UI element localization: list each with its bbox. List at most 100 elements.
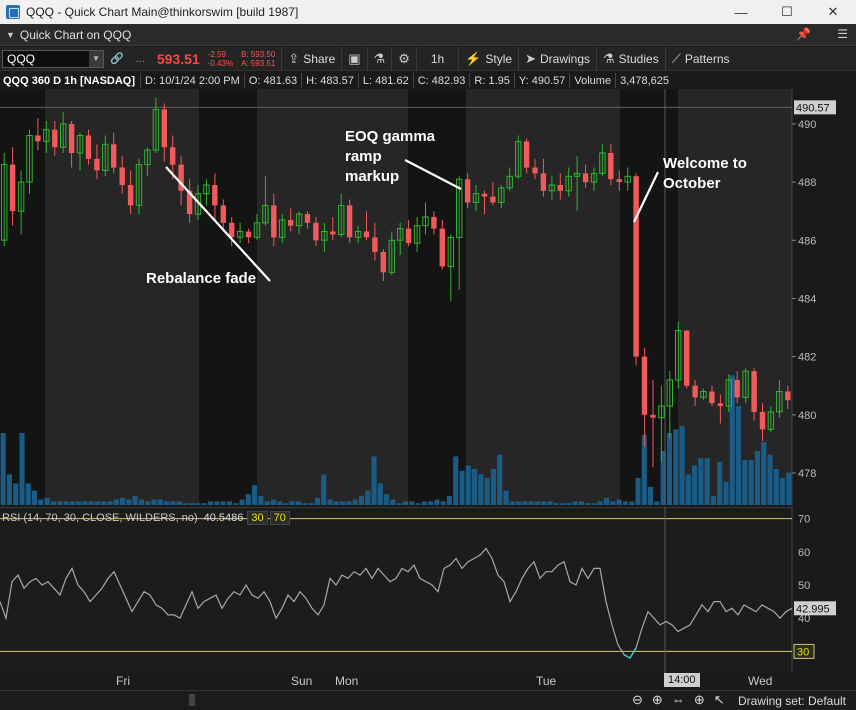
candle-body: [464, 179, 471, 203]
volume-bar: [19, 433, 25, 505]
maximize-button[interactable]: ☐: [764, 0, 810, 24]
panel-menu-icon[interactable]: ☰: [837, 27, 848, 41]
volume-bar: [742, 460, 748, 505]
chevron-down-icon[interactable]: ▼: [89, 50, 103, 67]
candle-body: [650, 414, 656, 418]
candle-body: [785, 391, 791, 401]
flask-icon: ⚗: [603, 50, 615, 66]
more-icon[interactable]: ...: [136, 53, 145, 65]
gear-button[interactable]: ⚙: [391, 46, 416, 71]
volume-bar: [346, 501, 352, 505]
bar-date: D: 10/1/24 2:00 PM: [140, 73, 244, 88]
price-tick-label: 486: [798, 235, 816, 247]
studies-button[interactable]: ⚗ Studies: [596, 46, 665, 71]
candle-body: [304, 214, 311, 223]
patterns-button[interactable]: ⟋ Patterns: [664, 46, 736, 71]
style-button[interactable]: ⚡ Style: [458, 46, 518, 71]
price-tick-label: 482: [798, 352, 816, 364]
link-icon[interactable]: 🔗: [110, 52, 124, 65]
candle-body: [9, 164, 16, 212]
share-button[interactable]: ⇪ Share: [281, 46, 341, 71]
cursor-icon[interactable]: ↖: [714, 692, 725, 708]
volume-bar: [723, 481, 729, 505]
style-icon: ⚡: [465, 50, 482, 66]
volume-bar: [522, 501, 528, 505]
chart-toolbar: QQQ ▼ 🔗 ... 593.51 -2.59 -0.43% B: 593.5…: [0, 46, 856, 71]
timeframe-button[interactable]: 1h: [415, 46, 458, 71]
volume-bar: [365, 490, 371, 505]
zoom-in-icon[interactable]: ⊕: [652, 692, 663, 708]
zoom-out-icon[interactable]: ⊖: [632, 692, 643, 708]
symbol-description: QQQ 360 D 1h [NASDAQ]: [3, 74, 136, 87]
volume-bar: [597, 501, 603, 505]
volume-value: 3,478,625: [615, 73, 673, 88]
candle-body: [245, 231, 252, 238]
rsi-study-label: RSI (14, 70, 30, CLOSE, WILDERS, no): [2, 512, 198, 524]
rsi-chart[interactable]: 706050403042.995: [0, 507, 856, 673]
zoom-fit-icon[interactable]: ⇔: [672, 692, 685, 708]
volume-bar: [585, 503, 591, 505]
candle-body: [119, 167, 125, 185]
minimize-button[interactable]: —: [718, 0, 764, 24]
volume-bar: [176, 501, 182, 505]
volume-bar: [434, 499, 440, 505]
volume-bar: [13, 483, 19, 505]
price-change: -2.59 -0.43%: [207, 49, 234, 68]
volume-bar: [710, 496, 716, 505]
volume-bar: [704, 458, 710, 505]
volume-bar: [308, 503, 314, 505]
candle-body: [734, 379, 740, 398]
candle-body: [363, 231, 370, 238]
close-button[interactable]: ✕: [810, 0, 856, 24]
drawing-set-label: Drawing set: Default: [737, 694, 846, 708]
volume-bar: [226, 501, 232, 505]
bar-info-strip: QQQ 360 D 1h [NASDAQ] D: 10/1/24 2:00 PM…: [0, 72, 790, 89]
volume-bar: [101, 501, 107, 505]
volume-bar: [729, 375, 735, 505]
drawings-button[interactable]: ➤ Drawings: [518, 46, 596, 71]
cursor-y-value: Y: 490.57: [513, 73, 570, 88]
volume-bar: [82, 501, 88, 505]
candle-body: [313, 222, 319, 241]
symbol-input[interactable]: QQQ ▼: [2, 49, 104, 68]
horizontal-scroll-thumb[interactable]: [189, 694, 195, 706]
chart-settings-button[interactable]: ▣: [341, 46, 366, 71]
volume-bar: [289, 501, 295, 505]
volume-bar: [63, 501, 69, 505]
crosshair-icon[interactable]: ⊕: [694, 692, 705, 708]
chevron-down-icon[interactable]: ▼: [6, 30, 15, 40]
rsi-header: RSI (14, 70, 30, CLOSE, WILDERS, no) 40.…: [2, 511, 290, 525]
volume-bar: [402, 501, 408, 505]
volume-bar: [553, 503, 559, 505]
volume-bar: [428, 501, 434, 505]
volume-bar: [283, 503, 289, 505]
rsi-current-label: 42.995: [796, 603, 830, 615]
volume-bar: [629, 501, 635, 505]
candle-body: [540, 173, 547, 191]
bar-low: L: 481.62: [357, 73, 413, 88]
volume-bar: [214, 501, 220, 505]
volume-bar: [50, 501, 56, 505]
volume-bar: [296, 501, 302, 505]
rsi-level-badge-label: 30: [797, 646, 809, 658]
volume-bar: [679, 425, 685, 505]
volume-bar: [151, 499, 157, 505]
panel-title: Quick Chart on QQQ: [19, 27, 132, 42]
volume-bar: [69, 501, 75, 505]
window-title: QQQ - Quick Chart Main@thinkorswim [buil…: [26, 5, 299, 19]
volume-bar: [94, 501, 100, 505]
volume-bar: [302, 503, 308, 505]
volume-bar: [673, 429, 679, 505]
candle-body: [633, 176, 639, 357]
volume-bar: [409, 501, 415, 505]
candle-body: [111, 144, 117, 168]
candle-body: [532, 167, 538, 174]
volume-bar: [490, 469, 496, 505]
flask-button[interactable]: ⚗: [366, 46, 392, 71]
volume-bar: [635, 478, 641, 505]
rsi-tick-label: 70: [798, 514, 810, 526]
pin-icon[interactable]: 📌: [796, 27, 811, 41]
candle-body: [220, 205, 226, 223]
candle-body: [372, 237, 378, 252]
volume-bar: [6, 474, 12, 505]
